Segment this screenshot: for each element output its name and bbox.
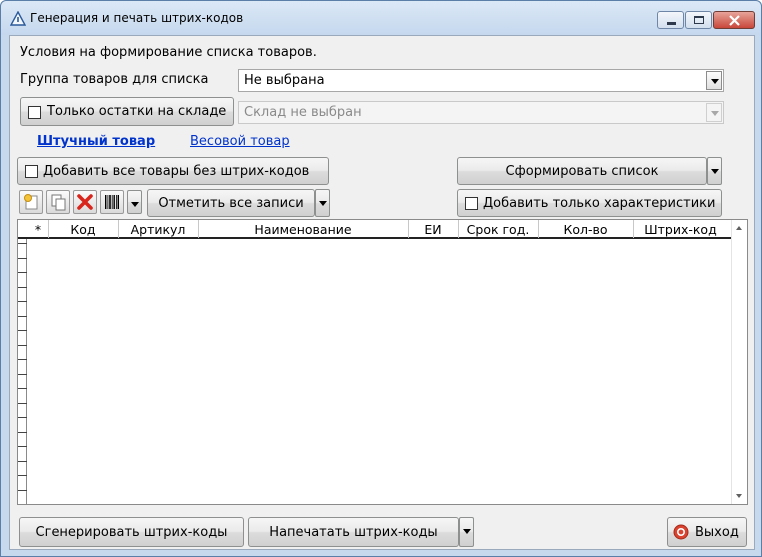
stock-only-toggle[interactable]: Только остатки на складе bbox=[20, 97, 234, 126]
row-indicator-tick bbox=[18, 243, 27, 244]
exit-label: Выход bbox=[695, 525, 739, 540]
chevron-down-icon[interactable] bbox=[706, 71, 722, 90]
app-icon bbox=[10, 11, 26, 26]
chevron-down-icon bbox=[706, 103, 722, 122]
column-header-marker[interactable]: * bbox=[28, 222, 48, 237]
title-bar[interactable]: Генерация и печать штрих-кодов bbox=[1, 1, 761, 35]
group-label: Группа товаров для списка bbox=[20, 72, 209, 87]
column-header-quantity[interactable]: Кол-во bbox=[538, 222, 633, 237]
grid-vertical-scrollbar[interactable] bbox=[731, 220, 747, 504]
row-indicator-tick bbox=[18, 446, 27, 447]
barcode-icon bbox=[105, 195, 119, 209]
add-characteristics-label: Добавить только характеристики bbox=[483, 196, 716, 211]
mark-all-dropdown[interactable] bbox=[315, 189, 330, 217]
row-indicator-tick bbox=[18, 258, 27, 259]
items-grid[interactable]: * Код Артикул Наименование ЕИ Срок год. … bbox=[17, 219, 748, 505]
grid-header: * Код Артикул Наименование ЕИ Срок год. … bbox=[18, 220, 731, 239]
warehouse-placeholder: Склад не выбран bbox=[244, 105, 362, 120]
add-without-barcodes-checkbox[interactable] bbox=[25, 165, 38, 178]
print-barcodes-button[interactable]: Напечатать штрих-коды bbox=[248, 517, 459, 547]
client-area: Условия на формирование списка товаров. … bbox=[9, 35, 755, 550]
print-barcodes-dropdown[interactable] bbox=[459, 517, 474, 547]
minimize-icon bbox=[667, 22, 676, 25]
close-button[interactable] bbox=[713, 11, 755, 29]
column-header-name[interactable]: Наименование bbox=[198, 222, 408, 237]
conditions-label: Условия на формирование списка товаров. bbox=[20, 45, 317, 60]
barcode-button[interactable] bbox=[100, 190, 124, 214]
barcode-dropdown[interactable] bbox=[127, 190, 142, 214]
mark-all-button[interactable]: Отметить все записи bbox=[147, 189, 315, 217]
maximize-button[interactable] bbox=[685, 11, 712, 29]
add-without-barcodes-label: Добавить все товары без штрих-кодов bbox=[43, 164, 310, 179]
stock-only-checkbox[interactable] bbox=[28, 106, 41, 119]
tab-weight-goods[interactable]: Весовой товар bbox=[190, 134, 290, 149]
row-indicator-tick bbox=[18, 490, 27, 491]
exit-button[interactable]: Выход bbox=[667, 517, 747, 547]
row-indicator-tick bbox=[18, 316, 27, 317]
row-indicator-tick bbox=[18, 345, 27, 346]
form-list-button[interactable]: Сформировать список bbox=[457, 157, 707, 185]
delete-record-button[interactable] bbox=[73, 190, 97, 214]
scroll-down-icon[interactable] bbox=[736, 494, 742, 498]
row-indicator-tick bbox=[18, 388, 27, 389]
new-record-button[interactable] bbox=[19, 190, 43, 214]
column-header-article[interactable]: Артикул bbox=[118, 222, 198, 237]
row-indicator-tick bbox=[18, 461, 27, 462]
exit-icon bbox=[673, 524, 689, 540]
close-icon bbox=[729, 15, 740, 26]
add-without-barcodes-toggle[interactable]: Добавить все товары без штрих-кодов bbox=[17, 157, 329, 185]
new-record-icon bbox=[24, 194, 38, 210]
column-header-unit[interactable]: ЕИ bbox=[408, 222, 458, 237]
window-title: Генерация и печать штрих-кодов bbox=[30, 11, 244, 25]
copy-record-button[interactable] bbox=[46, 190, 70, 214]
add-characteristics-checkbox[interactable] bbox=[465, 197, 478, 210]
maximize-icon bbox=[694, 16, 704, 24]
row-indicator-tick bbox=[18, 287, 27, 288]
row-indicator-tick bbox=[18, 403, 27, 404]
row-indicator-tick bbox=[18, 359, 27, 360]
row-indicator-tick bbox=[18, 272, 27, 273]
row-indicator-tick bbox=[18, 432, 27, 433]
scroll-up-icon[interactable] bbox=[736, 226, 742, 230]
warehouse-select: Склад не выбран bbox=[238, 101, 724, 124]
form-list-label: Сформировать список bbox=[505, 164, 659, 179]
column-header-barcode[interactable]: Штрих-код bbox=[633, 222, 728, 237]
form-list-dropdown[interactable] bbox=[707, 157, 722, 185]
generate-barcodes-button[interactable]: Сгенерировать штрих-коды bbox=[19, 517, 244, 547]
row-indicator-tick bbox=[18, 374, 27, 375]
main-window: Генерация и печать штрих-кодов Условия н… bbox=[0, 0, 762, 557]
print-barcodes-label: Напечатать штрих-коды bbox=[269, 525, 438, 540]
row-indicator-tick bbox=[18, 330, 27, 331]
group-select[interactable]: Не выбрана bbox=[238, 69, 724, 92]
add-characteristics-toggle[interactable]: Добавить только характеристики bbox=[457, 189, 722, 217]
row-indicator-tick bbox=[18, 301, 27, 302]
generate-barcodes-label: Сгенерировать штрих-коды bbox=[35, 525, 228, 540]
group-select-value: Не выбрана bbox=[244, 73, 325, 88]
row-indicator-column bbox=[18, 239, 27, 504]
mark-all-label: Отметить все записи bbox=[158, 196, 304, 211]
delete-record-icon bbox=[77, 194, 93, 210]
column-header-shelf-life[interactable]: Срок год. bbox=[458, 222, 538, 237]
row-indicator-tick bbox=[18, 417, 27, 418]
column-header-code[interactable]: Код bbox=[48, 222, 118, 237]
row-indicator-tick bbox=[18, 475, 27, 476]
stock-only-label: Только остатки на складе bbox=[47, 104, 227, 119]
tab-piece-goods[interactable]: Штучный товар bbox=[37, 134, 155, 149]
minimize-button[interactable] bbox=[657, 11, 684, 29]
copy-record-icon bbox=[51, 194, 66, 211]
